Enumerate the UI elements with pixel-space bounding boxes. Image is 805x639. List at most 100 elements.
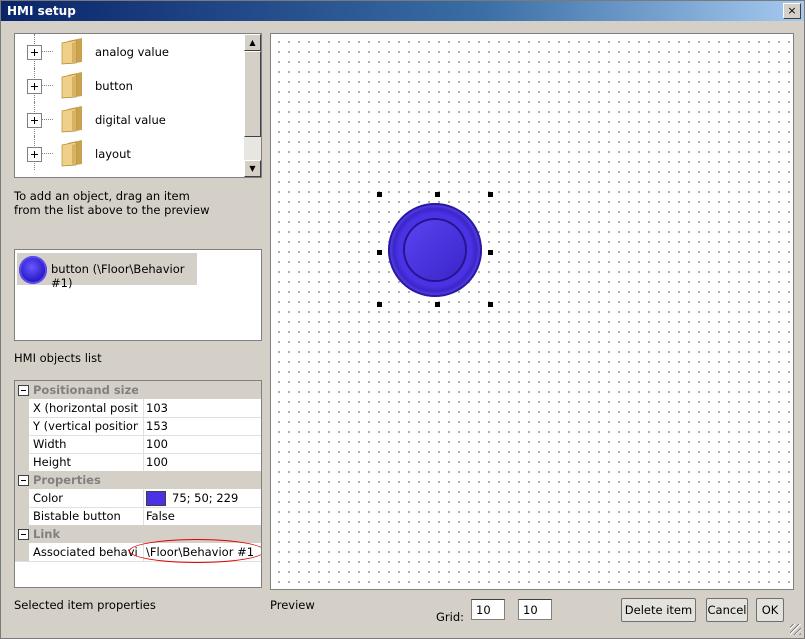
folder-icon [61, 106, 82, 133]
resize-handle-ne[interactable] [488, 192, 493, 197]
row-gutter [15, 489, 29, 507]
tree-connector [41, 153, 53, 154]
category-properties[interactable]: Properties [15, 471, 261, 489]
resize-handle-n[interactable] [435, 192, 440, 197]
hmi-button-object[interactable] [388, 203, 482, 297]
tree-item-label: button [95, 79, 133, 93]
hmi-setup-window: HMI setup × analog value button digital … [0, 0, 805, 639]
delete-item-button[interactable]: Delete item [621, 598, 696, 622]
resize-handle-sw[interactable] [377, 302, 382, 307]
expand-icon[interactable] [27, 147, 42, 162]
property-name: Bistable button [33, 509, 121, 523]
expand-icon[interactable] [27, 113, 42, 128]
property-row-height[interactable]: Height 100 [15, 453, 261, 472]
tree-item-label: analog value [95, 45, 169, 59]
tree-item-button[interactable]: button [15, 68, 243, 102]
list-item[interactable]: button (\Floor\Behavior #1) [17, 253, 197, 290]
property-value: 103 [146, 401, 168, 415]
property-value-cell[interactable]: 153 [143, 417, 261, 435]
collapse-icon[interactable] [18, 385, 29, 396]
list-item-label: button (\Floor\Behavior #1) [51, 262, 185, 290]
resize-handle-w[interactable] [377, 250, 382, 255]
grid-y-value: 10 [523, 603, 538, 617]
grid-x-input[interactable]: 10 [471, 599, 505, 620]
property-value: 100 [146, 455, 168, 469]
row-gutter [15, 435, 29, 453]
drag-hint-text: To add an object, drag an item from the … [14, 189, 210, 217]
property-name: X (horizontal position [33, 401, 138, 415]
property-row-color[interactable]: Color 75; 50; 229 [15, 489, 261, 508]
tree-scrollbar[interactable]: ▲ ▼ [244, 34, 261, 177]
property-value: 75; 50; 229 [172, 491, 239, 505]
grid-label: Grid: [436, 610, 465, 624]
property-value: 153 [146, 419, 168, 433]
scroll-down-icon[interactable]: ▼ [244, 160, 261, 177]
expand-icon[interactable] [27, 79, 42, 94]
highlight-ellipse [129, 539, 261, 563]
button-object-icon [19, 256, 47, 284]
category-label: Positionand size [33, 383, 138, 397]
resize-handle-se[interactable] [488, 302, 493, 307]
property-value-cell[interactable]: 103 [143, 399, 261, 417]
title-bar[interactable]: HMI setup × [1, 1, 804, 21]
folder-icon [61, 38, 82, 65]
row-gutter [15, 399, 29, 417]
resize-handle-s[interactable] [435, 302, 440, 307]
grid-x-value: 10 [476, 603, 491, 617]
row-gutter [15, 453, 29, 471]
scroll-up-icon[interactable]: ▲ [244, 34, 261, 51]
property-row-bistable[interactable]: Bistable button False [15, 507, 261, 526]
resize-handle-e[interactable] [488, 250, 493, 255]
cancel-button[interactable]: Cancel [706, 598, 748, 622]
tree-connector [41, 85, 53, 86]
folder-icon [61, 72, 82, 99]
resize-grip-icon[interactable] [790, 624, 801, 635]
hmi-objects-list[interactable]: button (\Floor\Behavior #1) [14, 249, 262, 341]
collapse-icon[interactable] [18, 475, 29, 486]
property-row-y[interactable]: Y (vertical position) 153 [15, 417, 261, 436]
property-value: 100 [146, 437, 168, 451]
property-row-width[interactable]: Width 100 [15, 435, 261, 454]
property-grid[interactable]: Positionand size X (horizontal position … [14, 380, 262, 588]
row-gutter [15, 543, 29, 561]
scroll-thumb[interactable] [244, 51, 261, 137]
object-type-tree[interactable]: analog value button digital value layout… [14, 33, 262, 178]
resize-handle-nw[interactable] [377, 192, 382, 197]
preview-caption: Preview [270, 598, 315, 612]
tree-item-digital-value[interactable]: digital value [15, 102, 243, 136]
expand-icon[interactable] [27, 45, 42, 60]
window-title: HMI setup [7, 4, 76, 18]
color-swatch[interactable] [146, 491, 166, 506]
tree-item-analog-value[interactable]: analog value [15, 34, 243, 68]
tree-item-label: digital value [95, 113, 166, 127]
category-label: Properties [33, 473, 101, 487]
close-button[interactable]: × [783, 3, 801, 19]
tree-item-layout[interactable]: layout [15, 136, 243, 170]
preview-canvas[interactable] [270, 33, 794, 590]
grid-y-input[interactable]: 10 [518, 599, 552, 620]
property-name: Height [33, 455, 72, 469]
property-value-cell[interactable]: 75; 50; 229 [143, 489, 261, 507]
tree-item-label: layout [95, 147, 131, 161]
hmi-button-face [405, 220, 465, 280]
property-row-x[interactable]: X (horizontal position 103 [15, 399, 261, 418]
property-value-cell[interactable]: 100 [143, 453, 261, 471]
category-label: Link [33, 527, 61, 541]
row-gutter [15, 417, 29, 435]
tree-connector [41, 119, 53, 120]
property-value-cell[interactable]: False [143, 507, 261, 525]
property-value-cell[interactable]: 100 [143, 435, 261, 453]
objects-list-caption: HMI objects list [14, 351, 102, 365]
tree-connector [41, 51, 53, 52]
property-name: Color [33, 491, 64, 505]
property-value: False [146, 509, 175, 523]
property-name: Y (vertical position) [33, 419, 138, 433]
property-name: Associated behavior [33, 545, 138, 559]
property-name: Width [33, 437, 67, 451]
properties-caption: Selected item properties [14, 598, 156, 612]
folder-icon [61, 140, 82, 167]
collapse-icon[interactable] [18, 529, 29, 540]
row-gutter [15, 507, 29, 525]
category-position-size[interactable]: Positionand size [15, 381, 261, 399]
ok-button[interactable]: OK [756, 598, 784, 622]
